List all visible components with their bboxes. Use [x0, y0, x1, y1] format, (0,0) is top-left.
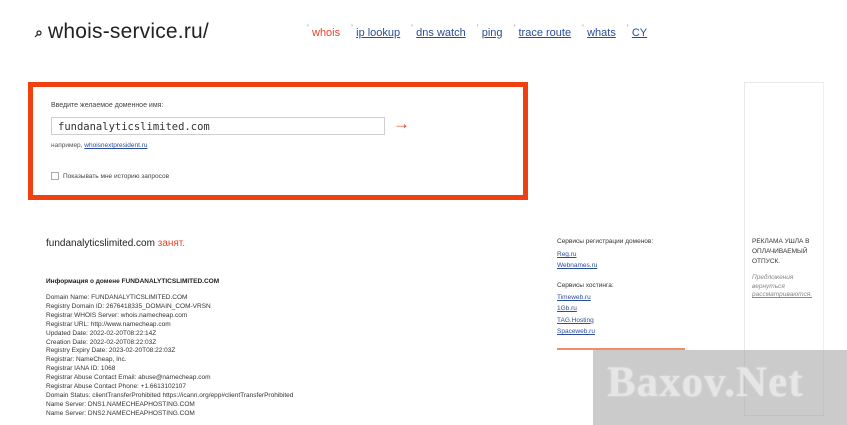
whois-line: Registry Expiry Date: 2023-02-20T08:22:0…	[46, 347, 176, 355]
whois-line: Registrar IANA ID: 1068	[46, 365, 116, 373]
whois-line: Name Server: DNS1.NAMECHEAPHOSTING.COM	[46, 400, 195, 408]
ad-note-text: Предложения вернуться	[752, 274, 794, 290]
whois-line: Registrar URL: http://www.namecheap.com	[46, 320, 171, 328]
nav-ping[interactable]: ping	[477, 23, 503, 39]
ad-note: Предложения вернуться рассматриваются.	[752, 274, 822, 300]
hosting-title: Сервисы хостинга:	[557, 282, 614, 289]
hosting-link-timeweb[interactable]: Timeweb.ru	[557, 292, 595, 303]
registrar-link-webnames[interactable]: Webnames.ru	[557, 260, 597, 271]
ad-note-link[interactable]: рассматриваются.	[752, 291, 812, 298]
example-link[interactable]: whoisnextpresident.ru	[84, 142, 147, 149]
nav-trace-route[interactable]: trace route	[514, 23, 572, 39]
whois-line: Registrar Abuse Contact Email: abuse@nam…	[46, 374, 211, 382]
search-panel: Введите желаемое доменное имя: fundanaly…	[28, 82, 528, 200]
main-nav: whois ip lookup dns watch ping trace rou…	[307, 23, 659, 39]
registrars-list: Reg.ru Webnames.ru	[557, 249, 597, 272]
ad-title: РЕКЛАМА УШЛА В ОПЛАЧИВАЕМЫЙ ОТПУСК.	[752, 238, 810, 265]
whois-line: Domain Status: clientTransferProhibited …	[46, 391, 294, 399]
whois-line: Registrar Abuse Contact Phone: +1.661310…	[46, 383, 187, 391]
submit-arrow-icon[interactable]: →	[393, 115, 410, 133]
domain-input[interactable]: fundanalyticslimited.com	[51, 117, 385, 135]
nav-ip-lookup[interactable]: ip lookup	[351, 23, 400, 39]
registrars-title: Сервисы регистрации доменов:	[557, 238, 654, 245]
site-title[interactable]: whois-service.ru/	[48, 20, 209, 44]
whois-line: Registrar WHOIS Server: whois.namecheap.…	[46, 311, 188, 319]
example-hint: например, whoisnextpresident.ru	[51, 142, 148, 149]
nav-cy[interactable]: CY	[627, 23, 647, 39]
nav-dns-watch[interactable]: dns watch	[411, 23, 466, 39]
whois-line: Creation Date: 2022-02-20T08:22:03Z	[46, 338, 157, 346]
result-status: fundanalyticslimited.com занят.	[46, 238, 185, 249]
whois-line: Name Server: DNS2.NAMECHEAPHOSTING.COM	[46, 409, 195, 417]
magnifier-icon	[34, 30, 42, 38]
hosting-link-tag[interactable]: TAG.Hosting	[557, 315, 595, 326]
result-domain: fundanalyticslimited.com	[46, 238, 155, 249]
whois-line: Registry Domain ID: 2676418335_DOMAIN_CO…	[46, 302, 211, 310]
hosting-list: Timeweb.ru 1Gb.ru TAG.Hosting Spaceweb.r…	[557, 292, 595, 338]
whois-info-title: Информация о домене FUNDANALYTICSLIMITED…	[46, 278, 220, 285]
hosting-link-spaceweb[interactable]: Spaceweb.ru	[557, 326, 595, 337]
result-busy: занят.	[157, 238, 186, 249]
search-label: Введите желаемое доменное имя:	[51, 102, 164, 109]
nav-whois[interactable]: whois	[307, 23, 340, 39]
whois-line: Registrar: NameCheap, Inc.	[46, 356, 127, 364]
hosting-link-1gb[interactable]: 1Gb.ru	[557, 303, 595, 314]
watermark: Baxov.Net	[607, 359, 804, 406]
history-checkbox[interactable]	[51, 172, 59, 180]
whois-record: Domain Name: FUNDANALYTICSLIMITED.COM Re…	[46, 294, 293, 419]
nav-whats[interactable]: whats	[582, 23, 616, 39]
example-prefix: например,	[51, 142, 83, 149]
history-option[interactable]: Показывать мне историю запросов	[51, 172, 169, 180]
whois-line: Domain Name: FUNDANALYTICSLIMITED.COM	[46, 294, 188, 301]
whois-line: Updated Date: 2022-02-20T08:22:14Z	[46, 329, 157, 337]
history-label: Показывать мне историю запросов	[63, 172, 170, 180]
registrar-link-reg[interactable]: Reg.ru	[557, 249, 597, 260]
